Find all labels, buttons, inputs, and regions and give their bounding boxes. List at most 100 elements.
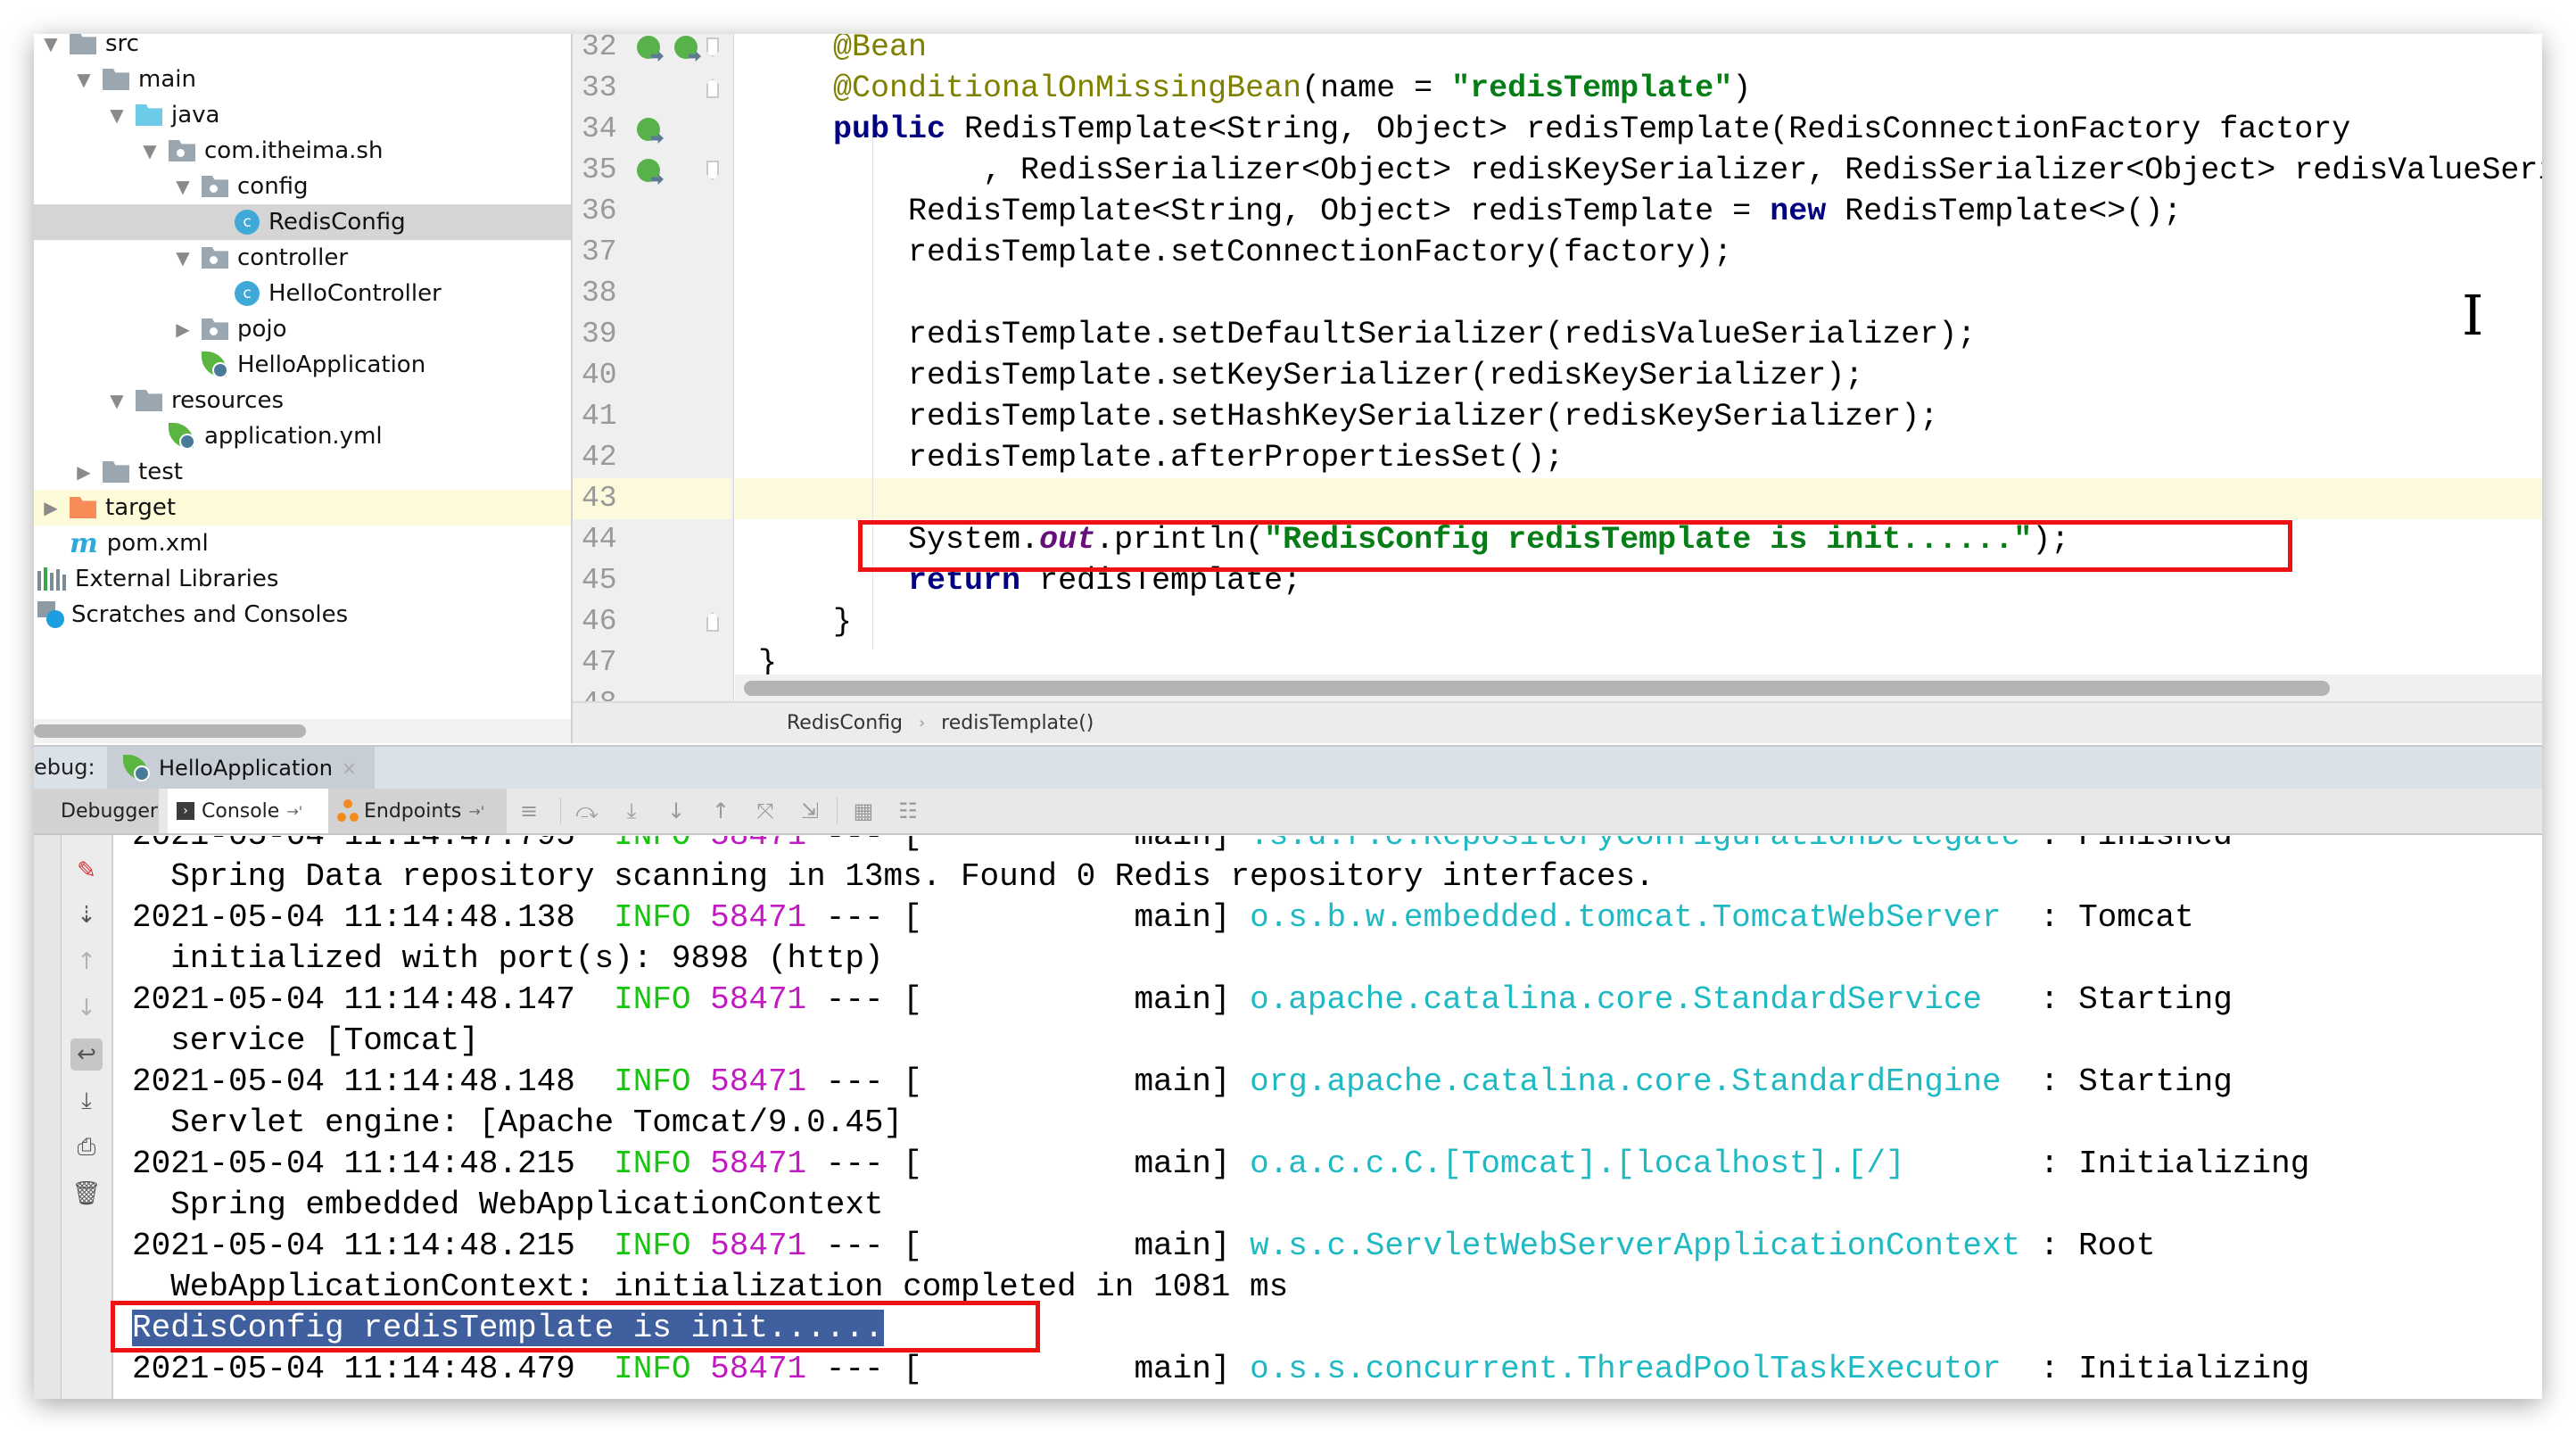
tree-item[interactable]: m pom.xml <box>34 525 571 561</box>
chevron-down-icon[interactable]: ▼ <box>173 247 193 269</box>
log-line[interactable]: 2021-05-04 11:14:48.215 INFO 58471 --- [… <box>132 1226 2155 1267</box>
chevron-down-icon[interactable]: ▼ <box>41 34 61 54</box>
tree-item[interactable]: Scratches and Consoles <box>34 597 571 633</box>
code-editor[interactable]: @Bean @ConditionalOnMissingBean(name = "… <box>735 34 2542 701</box>
tree-item[interactable]: ▼ src <box>34 34 571 62</box>
sort-down-icon[interactable]: ⇣ <box>70 899 103 931</box>
run-to-cursor-icon[interactable]: ⇲ <box>797 798 823 824</box>
scroll-to-end-icon[interactable]: ⤓ <box>70 1085 103 1117</box>
code-line[interactable]: redisTemplate.setKeySerializer(redisKeyS… <box>758 355 1863 396</box>
fold-marker-icon[interactable] <box>706 161 719 180</box>
code-line[interactable]: redisTemplate.setConnectionFactory(facto… <box>758 232 1732 273</box>
breadcrumb-item-method[interactable]: redisTemplate() <box>941 712 1094 734</box>
chevron-down-icon[interactable]: ▼ <box>140 140 160 161</box>
line-number[interactable]: 35 <box>582 150 635 191</box>
bean-navigation-icon[interactable] <box>637 159 660 182</box>
tree-item[interactable]: External Libraries <box>34 561 571 597</box>
code-line[interactable]: redisTemplate.setHashKeySerializer(redis… <box>758 396 1938 437</box>
log-line[interactable]: 2021-05-04 11:14:48.148 INFO 58471 --- [… <box>132 1062 2233 1103</box>
code-line[interactable]: } <box>758 601 852 642</box>
log-continuation[interactable]: initialized with port(s): 9898 (http) <box>132 939 883 980</box>
chevron-down-icon[interactable]: ▼ <box>173 176 193 197</box>
log-continuation[interactable]: Spring Data repository scanning in 13ms.… <box>132 856 1654 897</box>
tree-item[interactable]: ▼ resources <box>34 383 571 418</box>
up-arrow-icon[interactable]: ↑ <box>70 946 103 978</box>
tree-item[interactable]: ▶ target <box>34 490 571 525</box>
line-number[interactable]: 32 <box>582 34 635 68</box>
show-execution-point-icon[interactable]: ⤼ <box>574 798 600 824</box>
log-line[interactable]: 2021-05-04 11:14:48.147 INFO 58471 --- [… <box>132 980 2233 1021</box>
pin-tab-icon[interactable]: →' <box>286 803 302 820</box>
line-number[interactable]: 44 <box>582 519 635 560</box>
log-line[interactable]: 2021-05-04 11:14:47.795 INFO 58471 --- [… <box>132 836 2233 856</box>
line-number[interactable]: 41 <box>582 396 635 437</box>
tree-item[interactable]: ▼ main <box>34 62 571 97</box>
chevron-down-icon[interactable]: ▼ <box>74 69 94 90</box>
print-icon[interactable]: ⎙ <box>70 1131 103 1163</box>
tree-item[interactable]: c RedisConfig <box>34 204 571 240</box>
soft-wrap-icon[interactable]: ↩ <box>70 1038 103 1071</box>
line-number[interactable]: 38 <box>582 273 635 314</box>
log-continuation[interactable]: Spring embedded WebApplicationContext <box>132 1185 883 1226</box>
line-number[interactable]: 36 <box>582 191 635 232</box>
close-icon[interactable]: × <box>342 757 357 779</box>
line-number[interactable]: 47 <box>582 642 635 683</box>
step-over-icon[interactable]: ⤓ <box>618 798 645 824</box>
line-number[interactable]: 43 <box>582 478 635 519</box>
chevron-down-icon[interactable]: ▼ <box>107 104 127 126</box>
tree-item[interactable]: ▶ test <box>34 454 571 490</box>
code-line[interactable]: RedisTemplate<String, Object> redisTempl… <box>758 191 2182 232</box>
line-number[interactable]: 42 <box>582 437 635 478</box>
line-number[interactable]: 33 <box>582 68 635 109</box>
line-number[interactable]: 45 <box>582 560 635 601</box>
code-line[interactable]: , RedisSerializer<Object> redisKeySerial… <box>758 150 2542 191</box>
line-number[interactable]: 37 <box>582 232 635 273</box>
log-line[interactable]: 2021-05-04 11:14:48.479 INFO 58471 --- [… <box>132 1349 2309 1390</box>
trash-icon[interactable]: 🗑 <box>70 1178 103 1210</box>
code-line[interactable]: @Bean <box>758 34 927 68</box>
tab-endpoints[interactable]: Endpoints →' <box>328 789 507 833</box>
chevron-down-icon[interactable]: ▼ <box>107 390 127 411</box>
scrollbar-thumb[interactable] <box>744 681 2330 696</box>
code-line[interactable]: redisTemplate.afterPropertiesSet(); <box>758 437 1564 478</box>
pin-tab-icon[interactable]: →' <box>468 803 484 820</box>
tree-item[interactable]: ▶ pojo <box>34 311 571 347</box>
tree-item[interactable]: ▼ config <box>34 169 571 204</box>
trace-icon[interactable]: ☷ <box>895 798 921 824</box>
line-number[interactable]: 46 <box>582 601 635 642</box>
line-number[interactable]: 34 <box>582 109 635 150</box>
chevron-right-icon[interactable]: ▶ <box>173 318 193 340</box>
code-line[interactable]: @ConditionalOnMissingBean(name = "redisT… <box>758 68 1751 109</box>
tree-item[interactable]: HelloApplication <box>34 347 571 383</box>
step-into-icon[interactable]: ↓ <box>663 798 689 824</box>
log-line[interactable]: 2021-05-04 11:14:48.138 INFO 58471 --- [… <box>132 897 2194 939</box>
log-line[interactable]: 2021-05-04 11:14:48.215 INFO 58471 --- [… <box>132 1144 2309 1185</box>
tree-item[interactable]: c HelloController <box>34 276 571 311</box>
layout-menu-icon[interactable]: ≡ <box>516 798 542 824</box>
clear-highlight-icon[interactable]: ✎ <box>70 855 103 887</box>
bean-navigation-icon[interactable] <box>637 118 660 141</box>
line-number[interactable]: 39 <box>582 314 635 355</box>
step-out-icon[interactable]: ↑ <box>707 798 734 824</box>
log-continuation[interactable]: service [Tomcat] <box>132 1021 479 1062</box>
tree-item[interactable]: ▼ java <box>34 97 571 133</box>
tree-item[interactable]: ▼ controller <box>34 240 571 276</box>
scrollbar-thumb[interactable] <box>34 724 306 738</box>
code-line[interactable]: public RedisTemplate<String, Object> red… <box>758 109 2350 150</box>
tree-item[interactable]: application.yml <box>34 418 571 454</box>
down-arrow-icon[interactable]: ↓ <box>70 992 103 1024</box>
editor-horizontal-scrollbar[interactable] <box>735 674 2542 701</box>
breadcrumb-item-class[interactable]: RedisConfig <box>787 712 903 734</box>
fold-marker-icon[interactable] <box>706 37 719 57</box>
chevron-right-icon[interactable]: ▶ <box>74 461 94 483</box>
log-continuation[interactable]: Servlet engine: [Apache Tomcat/9.0.45] <box>132 1103 903 1144</box>
tree-item[interactable]: ▼ com.itheima.sh <box>34 133 571 169</box>
drop-frame-icon[interactable]: ⤧ <box>752 798 779 824</box>
bean-navigation-icon[interactable] <box>637 36 660 59</box>
code-line[interactable]: redisTemplate.setDefaultSerializer(redis… <box>758 314 1976 355</box>
line-number[interactable]: 40 <box>582 355 635 396</box>
evaluate-expression-icon[interactable]: ▦ <box>850 798 877 824</box>
tab-console[interactable]: › Console →' <box>168 789 328 833</box>
run-tab-helloapplication[interactable]: HelloApplication × <box>107 747 375 789</box>
bean-autowired-icon[interactable] <box>674 36 698 59</box>
